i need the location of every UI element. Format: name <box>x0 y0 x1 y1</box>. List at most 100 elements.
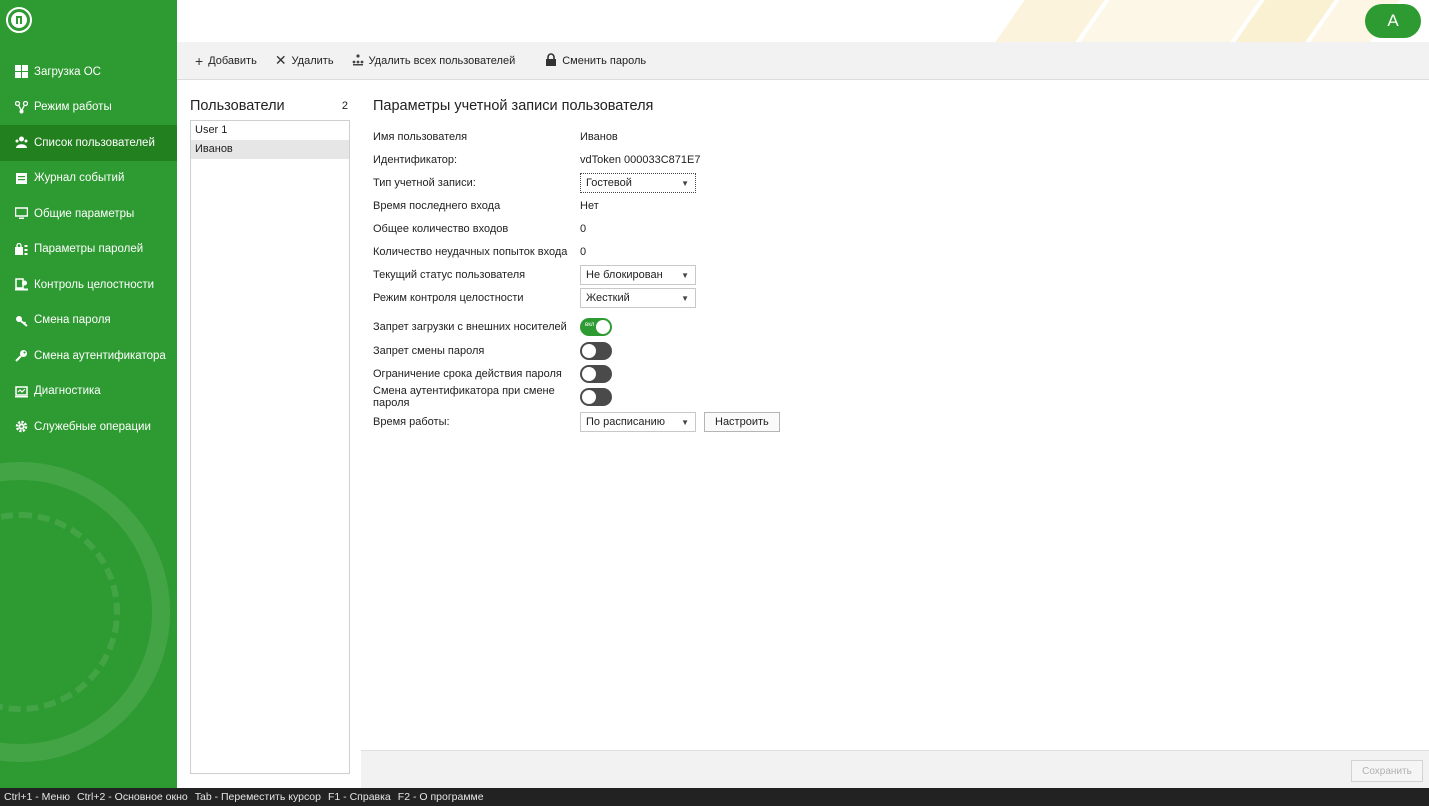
integrity-mode-select[interactable]: Жесткий ▼ <box>580 288 696 308</box>
sidebar: Загрузка ОС Режим работы Список пользова… <box>0 42 177 788</box>
work-time-select[interactable]: По расписанию ▼ <box>580 412 696 432</box>
lock-icon <box>545 52 557 69</box>
delete-user-label: Удалить <box>291 54 334 67</box>
toggle-knob <box>582 344 596 358</box>
pwd-change-toggle[interactable] <box>580 342 612 360</box>
user-status-select[interactable]: Не блокирован ▼ <box>580 265 696 285</box>
top-bar: A <box>0 0 1429 42</box>
sidebar-item-label: Параметры паролей <box>34 243 144 256</box>
key-icon <box>14 349 28 363</box>
param-row-auth-change: Смена аутентификатора при смене пароля <box>373 385 612 409</box>
sidebar-item-authenticator-change[interactable]: Смена аутентификатора <box>0 338 177 374</box>
network-icon <box>14 100 28 114</box>
param-row-id: Идентификатор: vdToken 000033C871E7 <box>373 150 700 170</box>
hotkey-hint: F1 - Справка <box>328 791 391 803</box>
chevron-down-icon: ▼ <box>681 270 689 280</box>
sidebar-item-label: Контроль целостности <box>34 278 155 291</box>
param-row-ext-boot: Запрет загрузки с внешних носителей вкл <box>373 317 612 337</box>
sidebar-item-diagnostics[interactable]: Диагностика <box>0 374 177 410</box>
param-label: Текущий статус пользователя <box>373 269 526 281</box>
param-row-integrity-mode: Режим контроля целостности Жесткий ▼ <box>373 288 696 308</box>
journal-icon <box>14 171 28 185</box>
work-time-value: По расписанию <box>586 416 666 428</box>
password-params-icon <box>14 242 28 256</box>
gear-icon <box>14 420 28 434</box>
sidebar-item-os-boot[interactable]: Загрузка ОС <box>0 54 177 90</box>
param-label: Смена аутентификатора при смене пароля <box>373 385 555 409</box>
header-decoration <box>1080 0 1260 42</box>
sidebar-item-password-change[interactable]: Смена пароля <box>0 303 177 339</box>
sidebar-item-event-log[interactable]: Журнал событий <box>0 161 177 197</box>
account-params-panel: Параметры учетной записи пользователя Им… <box>361 80 1429 750</box>
user-avatar[interactable]: A <box>1365 4 1421 38</box>
username-value: Иванов <box>580 131 618 143</box>
param-row-account-type: Тип учетной записи: Гостевой ▼ <box>373 173 696 193</box>
users-title: Пользователи <box>190 98 285 114</box>
grid-icon <box>14 65 28 79</box>
hotkey-hint: F2 - О программе <box>397 791 484 803</box>
chevron-down-icon: ▼ <box>681 178 689 188</box>
failed-logins-value: 0 <box>580 246 587 258</box>
param-row-last-login: Время последнего входа Нет <box>373 196 599 216</box>
sidebar-item-label: Журнал событий <box>34 172 125 185</box>
users-tree-icon <box>352 53 364 69</box>
sidebar-item-label: Общие параметры <box>34 207 135 220</box>
list-item[interactable]: Иванов <box>191 140 349 159</box>
param-label: Количество неудачных попыток входа <box>373 246 568 258</box>
sidebar-item-work-mode[interactable]: Режим работы <box>0 90 177 126</box>
plus-icon: + <box>195 52 204 69</box>
sidebar-item-label: Смена пароля <box>34 314 111 327</box>
status-bar: Ctrl+1 - Меню Ctrl+2 - Основное окно Tab… <box>0 788 1429 806</box>
param-label: Общее количество входов <box>373 223 509 235</box>
page-title: Параметры учетной записи пользователя <box>373 98 654 114</box>
sidebar-item-user-list[interactable]: Список пользователей <box>0 125 177 161</box>
add-user-button[interactable]: + Добавить <box>195 53 257 69</box>
sidebar-item-label: Служебные операции <box>34 420 151 433</box>
sidebar-item-label: Загрузка ОС <box>34 65 101 78</box>
toggle-knob <box>582 390 596 404</box>
pwd-expiry-toggle[interactable] <box>580 365 612 383</box>
chevron-down-icon: ▼ <box>681 417 689 427</box>
ext-boot-toggle[interactable]: вкл <box>580 318 612 336</box>
param-row-total-logins: Общее количество входов 0 <box>373 219 586 239</box>
delete-all-users-label: Удалить всех пользователей <box>368 54 516 67</box>
users-list[interactable]: User 1 Иванов <box>190 120 350 774</box>
logo-area <box>0 0 177 42</box>
param-label: Тип учетной записи: <box>373 177 476 189</box>
toggle-on-text: вкл <box>585 322 595 328</box>
account-type-value: Гостевой <box>586 177 632 189</box>
list-item[interactable]: User 1 <box>191 121 349 140</box>
param-label: Ограничение срока действия пароля <box>373 368 562 380</box>
app-logo-icon <box>6 7 32 33</box>
save-button[interactable]: Сохранить <box>1351 760 1423 782</box>
param-label: Запрет смены пароля <box>373 345 485 357</box>
delete-user-button[interactable]: ✕ Удалить <box>275 52 334 69</box>
param-row-username: Имя пользователя Иванов <box>373 127 618 147</box>
sidebar-item-label: Смена аутентификатора <box>34 349 166 362</box>
param-row-work-time: Время работы: По расписанию ▼ Настроить <box>373 412 780 432</box>
total-logins-value: 0 <box>580 223 587 235</box>
auth-change-toggle[interactable] <box>580 388 612 406</box>
param-label: Запрет загрузки с внешних носителей <box>373 321 567 333</box>
param-row-pwd-expiry: Ограничение срока действия пароля <box>373 364 612 384</box>
change-password-button[interactable]: Сменить пароль <box>545 52 646 69</box>
sidebar-item-integrity-control[interactable]: Контроль целостности <box>0 267 177 303</box>
last-login-value: Нет <box>580 200 599 212</box>
param-row-status: Текущий статус пользователя Не блокирова… <box>373 265 696 285</box>
sidebar-item-label: Режим работы <box>34 101 112 114</box>
param-row-failed-logins: Количество неудачных попыток входа 0 <box>373 242 586 262</box>
toolbar: + Добавить ✕ Удалить Удалить всех пользо… <box>177 42 1429 80</box>
footer-bar: Сохранить <box>361 750 1429 788</box>
delete-all-users-button[interactable]: Удалить всех пользователей <box>352 53 516 69</box>
param-label: Время работы: <box>373 416 450 428</box>
id-value: vdToken 000033C871E7 <box>580 154 701 166</box>
monitor-icon <box>14 207 28 221</box>
account-type-select[interactable]: Гостевой ▼ <box>580 173 696 193</box>
sidebar-item-label: Диагностика <box>34 385 101 398</box>
sidebar-item-password-params[interactable]: Параметры паролей <box>0 232 177 268</box>
sidebar-item-general-params[interactable]: Общие параметры <box>0 196 177 232</box>
configure-button[interactable]: Настроить <box>704 412 780 432</box>
hotkey-hint: Ctrl+2 - Основное окно <box>77 791 188 803</box>
sidebar-item-service-operations[interactable]: Служебные операции <box>0 409 177 445</box>
close-icon: ✕ <box>274 52 287 68</box>
